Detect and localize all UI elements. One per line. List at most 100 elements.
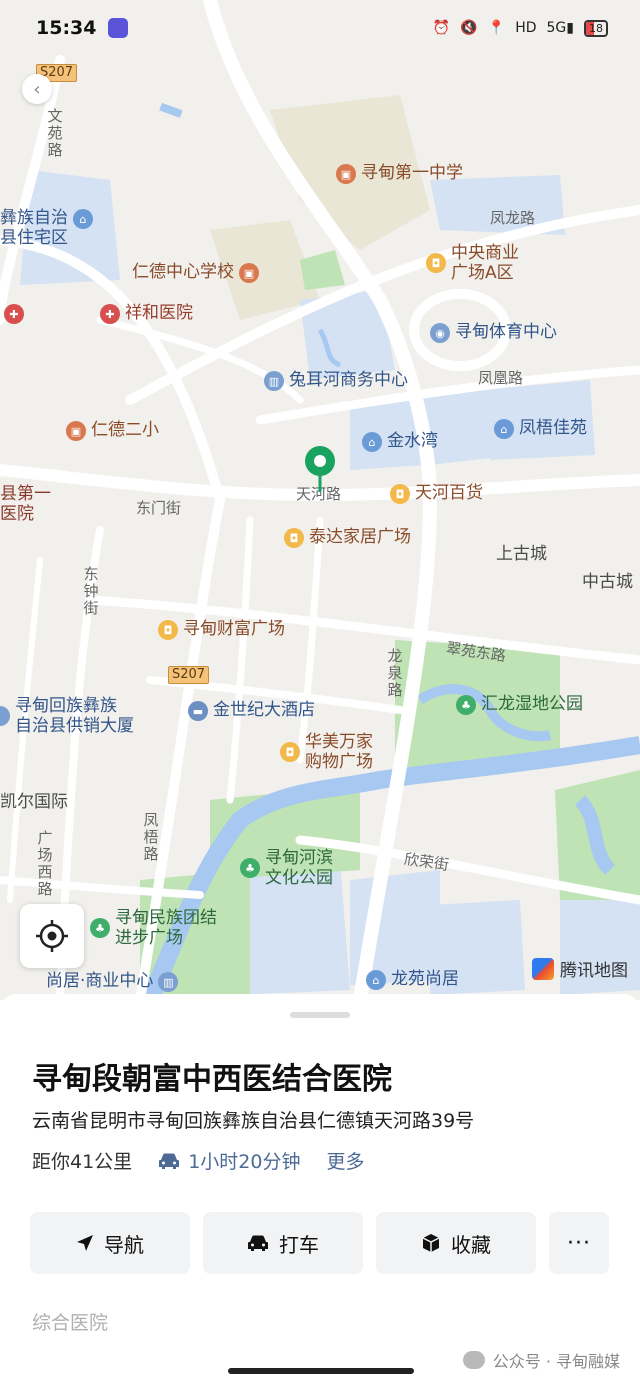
poi-residential[interactable]: ⌂ 金水湾 bbox=[362, 431, 438, 452]
poi-shopping[interactable]: ◘ 中央商业 广场A区 bbox=[426, 243, 519, 283]
home-indicator[interactable] bbox=[228, 1368, 414, 1374]
poi-shopping[interactable]: ◘ 华美万家 购物广场 bbox=[280, 732, 373, 772]
stadium-icon: ◉ bbox=[430, 323, 450, 343]
road-label: 广场西路 bbox=[37, 829, 53, 898]
poi-label: 天河百货 bbox=[415, 483, 483, 503]
poi-hospital[interactable]: ✚ 祥和医院 bbox=[100, 303, 193, 324]
poi-business[interactable]: ▥ 兔耳河商务中心 bbox=[264, 370, 408, 391]
drive-time-text: 1小时20分钟 bbox=[188, 1151, 301, 1173]
poi-residential[interactable]: 彝族自治 县住宅区 ⌂ bbox=[0, 208, 93, 248]
poi-business[interactable]: 寻甸回族彝族 自治县供销大厦 bbox=[0, 696, 134, 736]
home-icon: ⌂ bbox=[73, 209, 93, 229]
poi-park[interactable]: ♣ 寻甸民族团结 进步广场 bbox=[90, 908, 217, 948]
area-label: 中古城 bbox=[582, 572, 633, 592]
home-icon: ⌂ bbox=[366, 970, 386, 990]
poi-residential[interactable]: ⌂ 凤梧佳苑 bbox=[494, 418, 587, 439]
road-label: 凤龙路 bbox=[490, 209, 536, 227]
poi-school[interactable]: ▣ 仁德二小 bbox=[66, 420, 159, 441]
poi-label: 寻甸财富广场 bbox=[183, 619, 285, 639]
status-icons: ⏰ 🔇 📍 HD 5G▮ 18 bbox=[432, 19, 608, 37]
back-button[interactable]: ‹ bbox=[22, 74, 52, 104]
poi-label: 文化公园 bbox=[265, 868, 333, 888]
poi-label: 购物广场 bbox=[305, 752, 373, 772]
favorite-label: 收藏 bbox=[451, 1232, 491, 1257]
selected-location-pin-icon[interactable] bbox=[302, 444, 338, 494]
poi-label: 寻甸体育中心 bbox=[455, 322, 557, 342]
tree-icon: ♣ bbox=[456, 695, 476, 715]
navigate-button[interactable]: 导航 bbox=[30, 1212, 190, 1274]
poi-shopping[interactable]: ◘ 天河百货 bbox=[390, 483, 483, 504]
place-name: 寻甸段朝富中西医结合医院 bbox=[32, 1062, 392, 1097]
poi-label: 凤梧佳苑 bbox=[519, 418, 587, 438]
poi-business[interactable]: 尚居·商业中心 ▥ bbox=[46, 971, 179, 992]
poi-label: 华美万家 bbox=[305, 732, 373, 752]
route-shield: S207 bbox=[168, 666, 210, 684]
map-provider-brand: 腾讯地图 bbox=[532, 956, 628, 981]
poi-label: 中央商业 bbox=[451, 243, 519, 263]
school-icon: ▣ bbox=[239, 263, 259, 283]
poi-label: 彝族自治 bbox=[0, 208, 68, 228]
watermark-text: 公众号 · 寻甸融媒 bbox=[492, 1352, 620, 1371]
cube-favorite-icon bbox=[422, 1234, 440, 1252]
more-actions-button[interactable]: ··· bbox=[549, 1212, 609, 1274]
tree-icon: ♣ bbox=[240, 858, 260, 878]
poi-label: 进步广场 bbox=[115, 928, 183, 948]
drive-time[interactable]: 1小时20分钟 bbox=[158, 1147, 300, 1174]
status-time: 15:34 bbox=[36, 17, 97, 39]
taxi-label: 打车 bbox=[279, 1232, 319, 1257]
map-provider-label: 腾讯地图 bbox=[560, 961, 628, 981]
signal-icon: 5G▮ bbox=[546, 20, 574, 36]
battery-level: 18 bbox=[589, 21, 603, 35]
poi-label: 龙苑尚居 bbox=[391, 969, 459, 989]
car-icon bbox=[159, 1153, 180, 1169]
tencent-map-logo-icon bbox=[532, 957, 554, 980]
poi-school[interactable]: ▣ 寻甸第一中学 bbox=[336, 163, 463, 184]
sheet-drag-handle[interactable] bbox=[290, 1012, 350, 1018]
school-icon: ▣ bbox=[66, 421, 86, 441]
poi-shopping[interactable]: ◘ 泰达家居广场 bbox=[284, 527, 411, 548]
distance-text: 距你41公里 bbox=[32, 1151, 133, 1173]
hd-icon: HD bbox=[515, 20, 537, 36]
watermark: 公众号 · 寻甸融媒 bbox=[462, 1348, 620, 1372]
poi-park[interactable]: ♣ 汇龙湿地公园 bbox=[456, 694, 583, 715]
poi-hospital[interactable]: ✚ bbox=[4, 303, 24, 324]
poi-label: 兔耳河商务中心 bbox=[289, 370, 408, 390]
more-routes-link[interactable]: 更多 bbox=[326, 1147, 364, 1174]
poi-label: 寻甸河滨 bbox=[265, 848, 333, 868]
area-label: 医院 bbox=[0, 504, 34, 524]
shopping-icon: ◘ bbox=[284, 528, 304, 548]
shopping-icon: ◘ bbox=[280, 742, 300, 762]
alarm-icon: ⏰ bbox=[432, 20, 451, 36]
wechat-icon bbox=[462, 1351, 485, 1369]
poi-label: 仁德二小 bbox=[91, 420, 159, 440]
map-view[interactable]: 15:34 ⏰ 🔇 📍 HD 5G▮ 18 ‹ S207 S207 文苑路 凤龙… bbox=[0, 0, 640, 1000]
chevron-left-icon: ‹ bbox=[33, 78, 41, 100]
poi-hotel[interactable]: ▬ 金世纪大酒店 bbox=[188, 700, 315, 721]
poi-label: 县住宅区 bbox=[0, 228, 68, 248]
location-icon: 📍 bbox=[487, 20, 506, 36]
locate-me-button[interactable] bbox=[20, 904, 84, 968]
poi-park[interactable]: ♣ 寻甸河滨 文化公园 bbox=[240, 848, 333, 888]
poi-label: 金水湾 bbox=[387, 431, 438, 451]
poi-residential[interactable]: ⌂ 龙苑尚居 bbox=[366, 969, 459, 990]
place-detail-sheet: 寻甸段朝富中西医结合医院 云南省昆明市寻甸回族彝族自治县仁德镇天河路39号 距你… bbox=[0, 994, 640, 1386]
shopping-icon: ◘ bbox=[390, 484, 410, 504]
building-icon: ▥ bbox=[264, 371, 284, 391]
poi-sports[interactable]: ◉ 寻甸体育中心 bbox=[430, 322, 557, 343]
crosshair-icon bbox=[36, 920, 68, 952]
poi-school[interactable]: 仁德中心学校 ▣ bbox=[132, 262, 259, 283]
status-bar: 15:34 ⏰ 🔇 📍 HD 5G▮ 18 bbox=[0, 0, 640, 56]
place-address: 云南省昆明市寻甸回族彝族自治县仁德镇天河路39号 bbox=[32, 1110, 475, 1132]
poi-label: 寻甸第一中学 bbox=[361, 163, 463, 183]
hospital-icon: ✚ bbox=[100, 304, 120, 324]
poi-shopping[interactable]: ◘ 寻甸财富广场 bbox=[158, 619, 285, 640]
poi-label: 汇龙湿地公园 bbox=[481, 694, 583, 714]
school-icon: ▣ bbox=[336, 164, 356, 184]
road-label: 龙泉路 bbox=[387, 647, 403, 699]
poi-label: 寻甸回族彝族 bbox=[15, 696, 117, 716]
navigation-arrow-icon bbox=[77, 1235, 93, 1251]
favorite-button[interactable]: 收藏 bbox=[376, 1212, 536, 1274]
poi-label: 广场A区 bbox=[451, 263, 514, 283]
building-icon bbox=[0, 706, 10, 726]
taxi-button[interactable]: 打车 bbox=[203, 1212, 363, 1274]
